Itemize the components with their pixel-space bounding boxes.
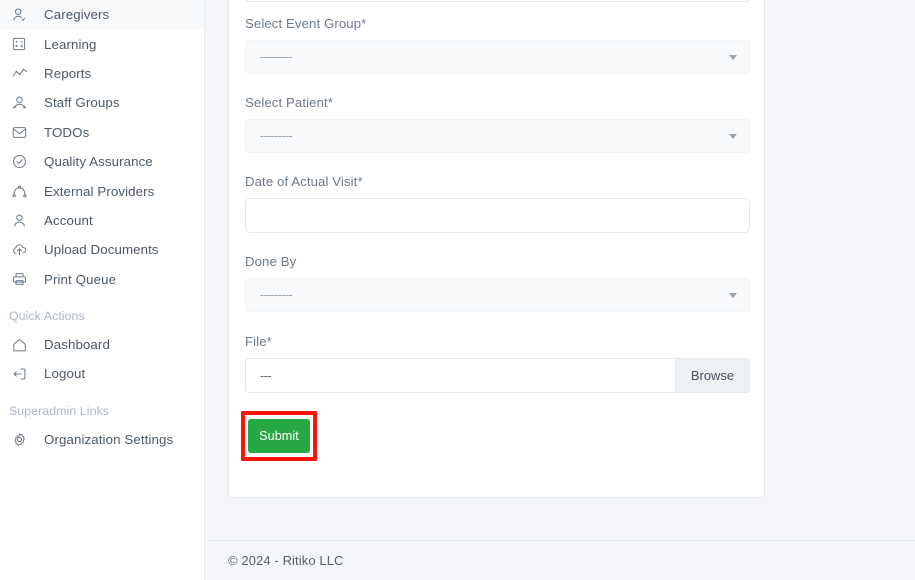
form-inner: Select Event Group* --------- Select Pat… [229, 0, 764, 497]
sidebar-item-label: Upload Documents [44, 242, 159, 258]
sidebar-item-organization-settings[interactable]: Organization Settings [0, 425, 204, 454]
sidebar-item-label: Quality Assurance [44, 154, 153, 170]
description-textarea[interactable] [245, 0, 750, 2]
sitemap-icon [12, 182, 34, 200]
sidebar-item-print-queue[interactable]: Print Queue [0, 265, 204, 294]
submit-button[interactable]: Submit [248, 419, 310, 453]
file-input-row[interactable]: --- Browse [245, 358, 750, 393]
done-by-dropdown[interactable]: --------- [245, 278, 750, 312]
sidebar-item-label: Learning [44, 36, 97, 52]
select-value: --------- [260, 50, 293, 64]
printer-icon [12, 270, 34, 288]
submit-button-highlight-group: Submit [241, 411, 317, 461]
field-label: Select Event Group* [245, 16, 367, 31]
field-select-event-group: Select Event Group* --------- [245, 16, 750, 74]
sidebar-item-label: Organization Settings [44, 431, 174, 447]
chevron-down-icon [729, 293, 737, 298]
sidebar-section-quick-actions: Quick Actions [9, 308, 85, 323]
sidebar-item-label: Account [44, 212, 93, 228]
app-root: Caregivers Learning Reports Staff Groups… [0, 0, 915, 580]
field-file: File* --- Browse [245, 334, 750, 393]
sidebar-item-learning[interactable]: Learning [0, 29, 204, 58]
field-select-patient: Select Patient* --------- [245, 95, 750, 153]
select-patient-dropdown[interactable]: --------- [245, 119, 750, 153]
sidebar-item-dashboard[interactable]: Dashboard [0, 330, 204, 359]
select-event-group-dropdown[interactable]: --------- [245, 40, 750, 74]
select-value: --------- [260, 129, 293, 143]
select-value: --------- [260, 288, 293, 302]
sidebar-item-account[interactable]: Account [0, 206, 204, 235]
logout-icon [12, 365, 34, 383]
file-name-display: --- [246, 359, 675, 392]
footer-copyright: © 2024 - Ritiko LLC [228, 553, 344, 568]
gear-icon [12, 430, 34, 448]
sidebar-item-label: Logout [44, 366, 86, 382]
main-region: Select Event Group* --------- Select Pat… [205, 0, 915, 580]
field-label: Select Patient* [245, 95, 334, 110]
sidebar-item-reports[interactable]: Reports [0, 59, 204, 88]
sidebar-item-todos[interactable]: TODOs [0, 118, 204, 147]
field-label: File* [245, 334, 272, 349]
footer: © 2024 - Ritiko LLC [205, 540, 915, 580]
user-check-icon [12, 6, 34, 24]
user-group-icon [12, 94, 34, 112]
sidebar-item-logout[interactable]: Logout [0, 359, 204, 388]
sidebar-item-label: External Providers [44, 183, 155, 199]
browse-button[interactable]: Browse [675, 359, 749, 392]
sidebar-item-upload-documents[interactable]: Upload Documents [0, 235, 204, 264]
sidebar-item-quality-assurance[interactable]: Quality Assurance [0, 147, 204, 176]
sidebar-item-label: Reports [44, 65, 92, 81]
check-circle-icon [12, 153, 34, 171]
field-date-of-actual-visit: Date of Actual Visit* [245, 174, 750, 233]
home-icon [12, 336, 34, 354]
field-label: Date of Actual Visit* [245, 174, 363, 189]
sidebar-item-label: Dashboard [44, 337, 110, 353]
date-of-actual-visit-input[interactable] [245, 198, 750, 233]
inbox-icon [12, 123, 34, 141]
sidebar-item-label: TODOs [44, 124, 90, 140]
sidebar-divider-gap-2 [0, 389, 204, 397]
sidebar-item-label: Staff Groups [44, 95, 120, 111]
form-card: Select Event Group* --------- Select Pat… [228, 0, 765, 498]
cloud-upload-icon [12, 241, 34, 259]
sidebar-item-external-providers[interactable]: External Providers [0, 176, 204, 205]
field-label: Done By [245, 254, 297, 269]
sidebar-item-caregivers[interactable]: Caregivers [0, 0, 204, 30]
calculator-icon [12, 35, 34, 53]
sidebar-item-staff-groups[interactable]: Staff Groups [0, 88, 204, 117]
content-area: Select Event Group* --------- Select Pat… [205, 0, 915, 540]
line-chart-icon [12, 64, 34, 82]
sidebar: Caregivers Learning Reports Staff Groups… [0, 0, 205, 580]
sidebar-item-label: Print Queue [44, 271, 117, 287]
sidebar-section-superadmin-links: Superadmin Links [9, 403, 110, 418]
field-done-by: Done By --------- [245, 254, 750, 312]
chevron-down-icon [729, 134, 737, 139]
chevron-down-icon [729, 55, 737, 60]
sidebar-item-label: Caregivers [44, 7, 110, 23]
user-icon [12, 211, 34, 229]
sidebar-divider-gap [0, 294, 204, 302]
